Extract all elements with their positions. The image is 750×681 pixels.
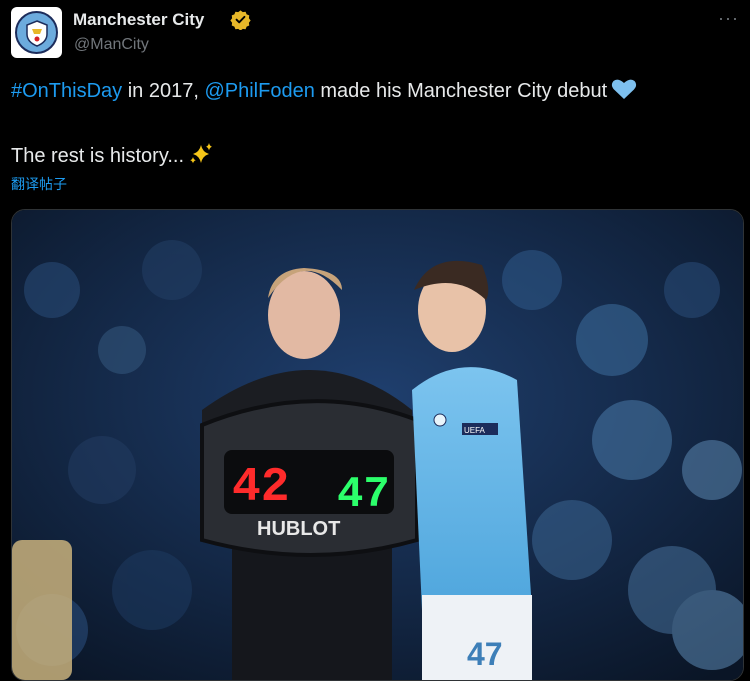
blue-heart-emoji-icon	[612, 79, 637, 99]
tweet-text-line-1: #OnThisDay in 2017, @PhilFoden made his …	[11, 78, 637, 103]
man-city-crest-icon	[15, 11, 58, 54]
board-red-digits: 42	[232, 461, 290, 515]
sleeve-patch: UEFA	[464, 426, 486, 435]
board-green-digits: 47	[337, 470, 390, 520]
board-brand: HUBLOT	[257, 518, 340, 540]
more-options-button[interactable]: ···	[718, 8, 739, 29]
sparkles-emoji-icon	[190, 143, 213, 164]
tweet-text-line-2: The rest is history...	[11, 142, 214, 168]
tweet-text-segment: in 2017,	[122, 80, 205, 102]
avatar[interactable]	[11, 7, 62, 58]
author-name[interactable]: Manchester City	[73, 10, 204, 30]
tweet-photo[interactable]: 42 47 HUBLOT 47 UEFA	[11, 209, 744, 681]
tweet-text-segment: made his Manchester City debut	[314, 80, 608, 102]
author-handle[interactable]: @ManCity	[74, 36, 149, 54]
translate-post-link[interactable]: 翻译帖子	[11, 174, 67, 194]
mention-link[interactable]: @PhilFoden	[204, 80, 314, 102]
shirt-number: 47	[467, 636, 503, 672]
tweet-text-segment: The rest is history...	[11, 145, 185, 167]
hashtag-link[interactable]: #OnThisDay	[11, 80, 122, 102]
verified-gold-badge-icon	[230, 10, 251, 30]
substitution-board: 42 47 HUBLOT	[200, 399, 419, 557]
